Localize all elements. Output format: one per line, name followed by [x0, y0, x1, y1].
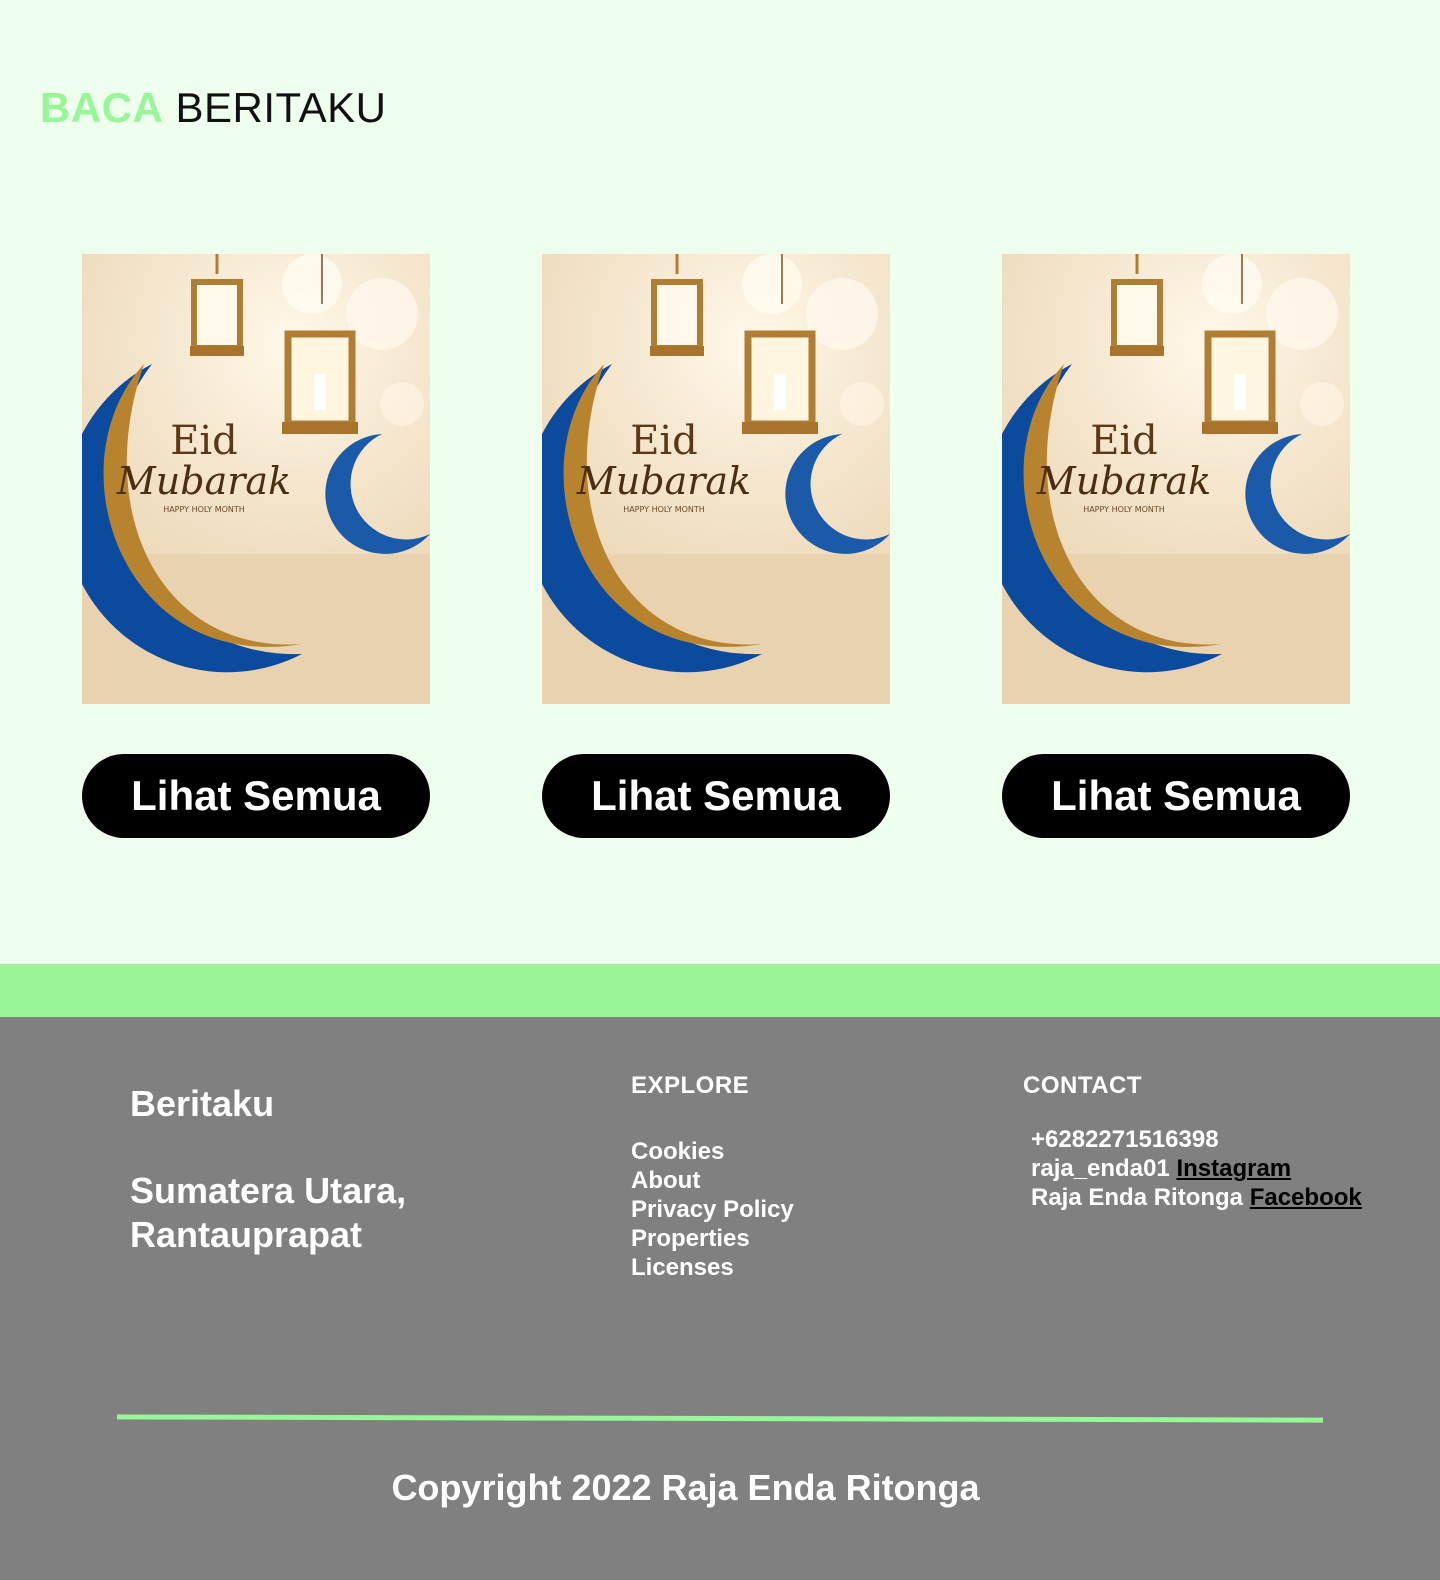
image-title-text: Eid	[630, 418, 698, 464]
eid-mubarak-image-1: Eid Mubarak HAPPY HOLY MONTH	[82, 254, 430, 704]
eid-illustration: Eid Mubarak HAPPY HOLY MONTH	[82, 254, 430, 704]
footer-divider-line	[116, 1414, 1324, 1423]
contact-heading: CONTACT	[1023, 1072, 1143, 1099]
lantern-left	[1110, 254, 1164, 356]
address-line-2: Rantauprapat	[130, 1214, 363, 1255]
eid-illustration: Eid Mubarak HAPPY HOLY MONTH	[1002, 254, 1350, 704]
address-line-1: Sumatera Utara,	[130, 1170, 407, 1211]
facebook-row: Raja Enda Ritonga Facebook	[1031, 1183, 1362, 1212]
instagram-row: raja_enda01 Instagram	[1031, 1154, 1362, 1183]
footer-brand: Beritaku	[130, 1083, 275, 1124]
image-script-text: Mubarak	[116, 459, 291, 503]
contact-details: +6282271516398 raja_enda01 Instagram Raj…	[1031, 1125, 1362, 1212]
image-title-text: Eid	[1090, 418, 1158, 464]
image-sub-text: HAPPY HOLY MONTH	[623, 505, 705, 514]
lihat-semua-button-3[interactable]: Lihat Semua	[1002, 754, 1350, 838]
logo-accent-text: BACA	[40, 84, 164, 131]
explore-links: Cookies About Privacy Policy Properties …	[631, 1137, 794, 1282]
facebook-name: Raja Enda Ritonga	[1031, 1184, 1244, 1211]
image-sub-text: HAPPY HOLY MONTH	[1083, 505, 1165, 514]
lantern-left	[650, 254, 704, 356]
image-title-text: Eid	[170, 418, 238, 464]
image-script-text: Mubarak	[1036, 459, 1211, 503]
image-sub-text: HAPPY HOLY MONTH	[163, 505, 245, 514]
eid-illustration: Eid Mubarak HAPPY HOLY MONTH	[542, 254, 890, 704]
image-script-text: Mubarak	[576, 459, 751, 503]
lantern-left	[190, 254, 244, 356]
eid-mubarak-image-3: Eid Mubarak HAPPY HOLY MONTH	[1002, 254, 1350, 704]
explore-heading: EXPLORE	[631, 1072, 750, 1099]
phone-number: +6282271516398	[1031, 1126, 1219, 1153]
about-link[interactable]: About	[631, 1166, 794, 1195]
lihat-semua-button-2[interactable]: Lihat Semua	[542, 754, 890, 838]
instagram-handle: raja_enda01	[1031, 1155, 1170, 1182]
cookies-link[interactable]: Cookies	[631, 1137, 794, 1166]
properties-link[interactable]: Properties	[631, 1224, 794, 1253]
eid-mubarak-image-2: Eid Mubarak HAPPY HOLY MONTH	[542, 254, 890, 704]
facebook-link[interactable]: Facebook	[1250, 1184, 1362, 1211]
logo-main-text: BERITAKU	[175, 84, 387, 131]
lihat-semua-button-1[interactable]: Lihat Semua	[82, 754, 430, 838]
instagram-link[interactable]: Instagram	[1176, 1155, 1291, 1182]
green-divider-band	[0, 964, 1440, 1017]
footer-address: Sumatera Utara, Rantauprapat	[130, 1169, 406, 1257]
licenses-link[interactable]: Licenses	[631, 1253, 794, 1282]
privacy-policy-link[interactable]: Privacy Policy	[631, 1195, 794, 1224]
hero-section: BACA BERITAKU Eid Mubarak HAPPY HOLY MON…	[0, 0, 1440, 964]
copyright-text: Copyright 2022 Raja Enda Ritonga	[391, 1467, 980, 1508]
site-logo[interactable]: BACA BERITAKU	[40, 84, 386, 132]
footer: Beritaku Sumatera Utara, Rantauprapat EX…	[0, 1017, 1440, 1580]
